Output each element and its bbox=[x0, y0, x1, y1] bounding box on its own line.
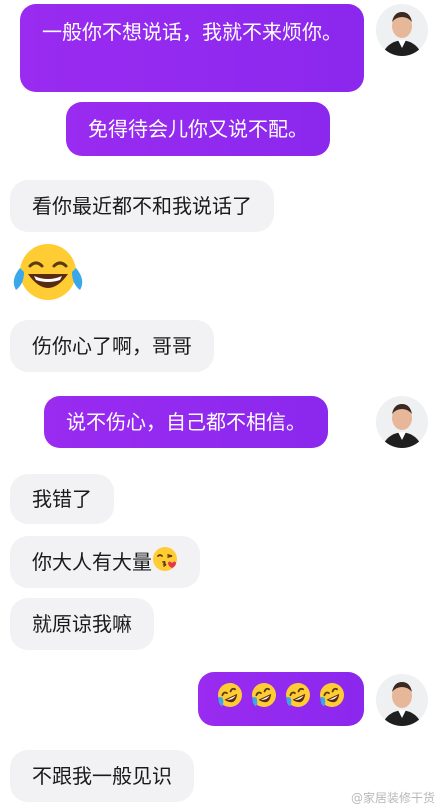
incoming-message[interactable]: 不跟我一般见识 bbox=[10, 750, 194, 802]
outgoing-message[interactable]: 免得待会儿你又说不配。 bbox=[66, 102, 330, 156]
kiss-emoji bbox=[152, 546, 178, 581]
message-text: 看你最近都不和我说话了 bbox=[32, 194, 252, 218]
avatar[interactable] bbox=[376, 674, 428, 726]
avatar[interactable] bbox=[376, 4, 428, 56]
man-avatar-icon bbox=[376, 674, 428, 726]
chat-thread: 一般你不想说话，我就不来烦你。 免得待会儿你又说不配。 看你最近都不和我说话了 bbox=[0, 0, 441, 810]
message-text: 不跟我一般见识 bbox=[32, 764, 172, 788]
watermark: @家居装修干货 bbox=[350, 791, 435, 805]
message-text: 你大人有大量 bbox=[32, 550, 152, 574]
rofl-emoji bbox=[283, 680, 313, 719]
man-avatar-icon bbox=[376, 4, 428, 56]
rofl-emoji bbox=[317, 680, 347, 719]
rofl-emoji bbox=[215, 680, 245, 719]
message-text: 说不伤心，自己都不相信。 bbox=[66, 410, 306, 434]
message-text: 一般你不想说话，我就不来烦你。 bbox=[42, 20, 342, 44]
man-avatar-icon bbox=[376, 396, 428, 448]
message-text: 就原谅我嘛 bbox=[32, 612, 132, 636]
avatar[interactable] bbox=[376, 396, 428, 448]
incoming-message[interactable]: 看你最近都不和我说话了 bbox=[10, 180, 274, 232]
message-text: 我错了 bbox=[32, 487, 92, 511]
outgoing-message[interactable] bbox=[198, 672, 364, 726]
rofl-emoji bbox=[249, 680, 279, 719]
incoming-message[interactable]: 我错了 bbox=[10, 474, 114, 524]
message-text: 免得待会儿你又说不配。 bbox=[88, 117, 308, 141]
incoming-message[interactable]: 伤你心了啊，哥哥 bbox=[10, 320, 214, 372]
outgoing-message[interactable]: 一般你不想说话，我就不来烦你。 bbox=[20, 4, 364, 92]
laugh-cry-emoji[interactable] bbox=[8, 240, 88, 304]
outgoing-message[interactable]: 说不伤心，自己都不相信。 bbox=[44, 396, 328, 448]
incoming-message[interactable]: 你大人有大量 bbox=[10, 536, 200, 588]
incoming-message[interactable]: 就原谅我嘛 bbox=[10, 598, 154, 650]
message-text: 伤你心了啊，哥哥 bbox=[32, 334, 192, 358]
